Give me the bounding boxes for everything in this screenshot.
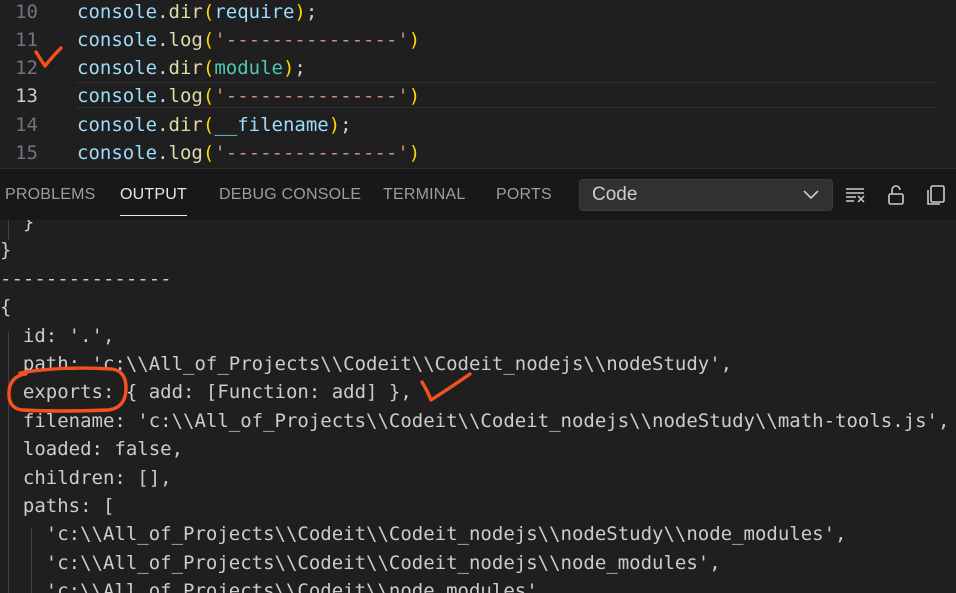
tab-output[interactable]: OUTPUT <box>120 169 187 220</box>
code-punctuation: . <box>157 85 169 107</box>
code-object: console <box>77 114 158 136</box>
code-bracket: ) <box>294 1 306 23</box>
vscode-window: 10 console.dir(require); 11 console.log('--… <box>0 0 956 593</box>
code-function: dir <box>168 57 203 79</box>
code-text: console.log('---------------') <box>77 139 420 167</box>
output-line: 'c:\\All_of_Projects\\Codeit\\node_modul… <box>0 580 550 593</box>
output-line: { <box>0 296 12 319</box>
output-line: --------------- <box>0 267 172 290</box>
code-bracket: ) <box>408 29 421 51</box>
line-number: 13 <box>15 85 38 107</box>
code-bracket: ( <box>202 1 215 23</box>
line-number: 12 <box>15 57 38 79</box>
line-number: 11 <box>15 29 38 51</box>
code-line[interactable]: 14 console.dir(__filename); <box>0 111 956 139</box>
output-line: paths: [ <box>0 495 115 517</box>
line-number: 10 <box>15 1 38 23</box>
output-view[interactable]: }} --------------- { id: '.', path: 'c:\\A… <box>0 220 956 593</box>
code-bracket: ) <box>328 114 341 136</box>
code-bracket: ( <box>202 114 215 136</box>
code-function: log <box>168 85 203 107</box>
output-line: } <box>0 220 35 233</box>
output-line: id: '.', <box>0 324 115 347</box>
code-argument: '---------------' <box>214 142 409 164</box>
output-line: } <box>0 239 12 262</box>
code-punctuation: ; <box>340 114 352 136</box>
tab-terminal[interactable]: TERMINAL <box>383 169 466 220</box>
tab-debug-console[interactable]: DEBUG CONSOLE <box>219 169 361 220</box>
chevron-down-icon <box>803 190 819 200</box>
code-bracket: ) <box>282 57 295 79</box>
code-bracket: ( <box>202 57 215 79</box>
code-punctuation: ; <box>305 1 318 23</box>
output-line: 'c:\\All_of_Projects\\Codeit\\Codeit_nod… <box>0 551 721 574</box>
code-punctuation: . <box>157 57 169 79</box>
code-line[interactable]: 11 console.log('---------------') <box>0 26 956 54</box>
code-punctuation: . <box>157 1 169 23</box>
output-line: 'c:\\All_of_Projects\\Codeit\\Codeit_nod… <box>0 523 847 546</box>
code-function: log <box>168 29 203 51</box>
output-line: exports: { add: [Function: add] }, <box>0 381 412 404</box>
code-argument: '---------------' <box>214 85 409 107</box>
code-bracket: ( <box>202 29 215 51</box>
code-punctuation: . <box>157 114 169 136</box>
copy-icon[interactable] <box>924 183 948 207</box>
clear-output-icon[interactable] <box>843 183 867 207</box>
output-line: loaded: false, <box>0 438 184 461</box>
line-number: 15 <box>15 142 38 164</box>
code-text: console.dir(module); <box>77 54 306 82</box>
panel-tab-bar: PROBLEMS OUTPUT DEBUG CONSOLE TERMINAL P… <box>0 168 956 220</box>
lock-icon[interactable] <box>884 183 908 207</box>
output-line: children: [], <box>0 466 172 489</box>
tab-problems[interactable]: PROBLEMS <box>5 169 96 220</box>
output-line: path: 'c:\\All_of_Projects\\Codeit\\Code… <box>0 353 733 375</box>
code-line[interactable]: 10 console.dir(require); <box>0 0 956 26</box>
output-channel-select[interactable]: Code <box>579 179 833 211</box>
code-object: console <box>77 57 158 79</box>
code-object: console <box>77 142 158 164</box>
output-channel-value: Code <box>592 184 638 205</box>
code-line[interactable]: 15 console.log('---------------') <box>0 139 956 167</box>
code-bracket: ( <box>202 142 215 164</box>
code-text: console.dir(__filename); <box>77 111 352 139</box>
code-punctuation: ; <box>294 57 306 79</box>
code-editor[interactable]: 10 console.dir(require); 11 console.log('--… <box>0 0 956 168</box>
code-argument: '---------------' <box>214 29 409 51</box>
code-punctuation: . <box>157 142 169 164</box>
code-object: console <box>77 1 158 23</box>
code-object: console <box>77 85 158 107</box>
code-argument: module <box>214 57 283 79</box>
tab-ports[interactable]: PORTS <box>496 169 552 220</box>
code-function: log <box>168 142 203 164</box>
code-text: console.log('---------------') <box>77 82 420 110</box>
code-function: dir <box>168 114 203 136</box>
code-bracket: ) <box>408 85 421 107</box>
code-punctuation: . <box>157 29 169 51</box>
code-text: console.dir(require); <box>77 0 317 26</box>
line-number: 14 <box>15 114 38 136</box>
code-bracket: ( <box>202 85 215 107</box>
code-text: console.log('---------------') <box>77 26 420 54</box>
code-argument: __filename <box>214 114 329 136</box>
code-object: console <box>77 29 158 51</box>
code-bracket: ) <box>408 142 421 164</box>
code-line[interactable]: 13 console.log('---------------') <box>0 82 956 110</box>
output-line: filename: 'c:\\All_of_Projects\\Codeit\\… <box>0 409 950 432</box>
code-function: dir <box>168 1 203 23</box>
code-line[interactable]: 12 console.dir(module); <box>0 54 956 82</box>
code-argument: require <box>214 1 295 23</box>
